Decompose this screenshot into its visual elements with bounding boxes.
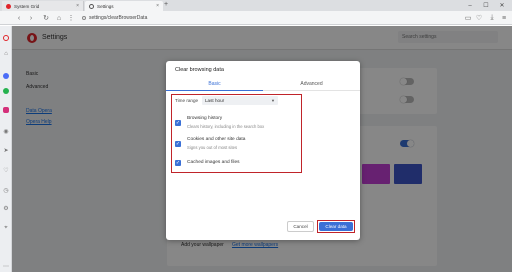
- more-icon[interactable]: ⋯: [2, 262, 10, 270]
- heart-icon[interactable]: ♡: [2, 166, 10, 174]
- forward-icon[interactable]: ›: [26, 13, 36, 23]
- time-range-select[interactable]: Last hour ▼: [202, 96, 278, 105]
- opera-sidebar: ⌂ ◉ ➤ ♡ ◷ ⚙ ⌖ ⋯: [0, 26, 12, 272]
- tab-label: System Grid: [14, 3, 40, 9]
- history-icon[interactable]: ◷: [2, 186, 10, 194]
- snapshot-icon[interactable]: ▭: [463, 13, 473, 23]
- reload-icon[interactable]: ↻: [41, 13, 51, 23]
- instagram-icon[interactable]: [2, 106, 10, 114]
- cached-images-title: Cached images and files: [187, 160, 240, 165]
- settings-icon[interactable]: ⚙: [2, 204, 10, 212]
- close-window-icon[interactable]: ✕: [494, 0, 510, 11]
- maximize-icon[interactable]: ☐: [478, 0, 494, 11]
- download-icon[interactable]: ⤓: [487, 13, 497, 23]
- cookies-desc: Signs you out of most sites: [187, 145, 238, 150]
- tab-strip: System Grid × Settings × + – ☐ ✕: [0, 0, 512, 11]
- opera-logo-icon[interactable]: [2, 34, 10, 42]
- cookies-checkbox[interactable]: ✓: [175, 141, 181, 147]
- clear-browsing-data-dialog: Clear browsing data Basic Advanced Time …: [166, 61, 360, 240]
- address-toolbar: ‹ › ↻ ⌂ ⋮ settings/clearBrowserData ▭ ♡ …: [0, 11, 512, 25]
- browsing-history-title: Browsing history: [187, 116, 223, 121]
- pin-icon[interactable]: ⌖: [2, 224, 10, 232]
- messenger-icon[interactable]: [2, 72, 10, 80]
- dialog-title: Clear browsing data: [175, 67, 224, 73]
- close-tab-icon[interactable]: ×: [156, 3, 159, 9]
- opera-favicon-icon: [6, 3, 11, 9]
- minimize-icon[interactable]: –: [462, 0, 478, 11]
- bookmark-heart-icon[interactable]: ♡: [474, 13, 484, 23]
- home-icon[interactable]: ⌂: [54, 13, 64, 23]
- address-bar[interactable]: settings/clearBrowserData: [82, 13, 452, 23]
- close-tab-icon[interactable]: ×: [76, 3, 79, 9]
- whatsapp-icon[interactable]: [2, 87, 10, 95]
- clear-data-button[interactable]: Clear data: [319, 222, 353, 231]
- tab-settings[interactable]: Settings ×: [85, 1, 163, 11]
- chevron-down-icon: ▼: [271, 98, 275, 103]
- tab-advanced[interactable]: Advanced: [263, 79, 360, 91]
- tab-basic[interactable]: Basic: [166, 79, 263, 91]
- tab-label: Settings: [97, 3, 114, 9]
- cancel-button[interactable]: Cancel: [287, 221, 314, 232]
- back-icon[interactable]: ‹: [14, 13, 24, 23]
- apps-grid-icon[interactable]: ⋮: [66, 13, 76, 23]
- cached-images-checkbox[interactable]: ✓: [175, 160, 181, 166]
- browsing-history-checkbox[interactable]: ✓: [175, 120, 181, 126]
- camera-icon[interactable]: ◉: [2, 127, 10, 135]
- browsing-history-desc: Clears history, including in the search …: [187, 124, 265, 129]
- url-text: settings/clearBrowserData: [89, 15, 148, 21]
- send-icon[interactable]: ➤: [2, 146, 10, 154]
- security-badge-icon: [82, 16, 86, 20]
- cookies-title: Cookies and other site data: [187, 137, 246, 142]
- menu-icon[interactable]: ≡: [499, 13, 509, 23]
- time-range-label: Time range: [175, 98, 199, 103]
- tab-system-grid[interactable]: System Grid ×: [2, 1, 84, 11]
- home-icon[interactable]: ⌂: [2, 50, 10, 58]
- new-tab-button[interactable]: +: [164, 1, 168, 8]
- gear-favicon-icon: [89, 3, 94, 9]
